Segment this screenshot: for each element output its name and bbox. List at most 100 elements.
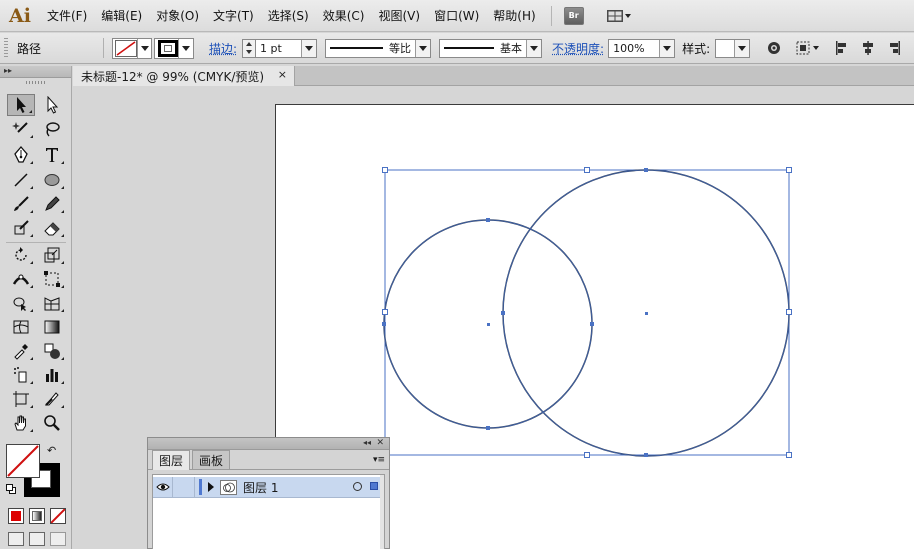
stroke-color-dropdown[interactable] bbox=[154, 38, 194, 59]
stroke-weight-stepper[interactable] bbox=[242, 39, 255, 58]
tab-artboards[interactable]: 画板 bbox=[192, 450, 230, 469]
paintbrush-tool[interactable] bbox=[7, 193, 35, 215]
none-mode-button[interactable] bbox=[50, 508, 66, 524]
document-tab[interactable]: 未标题-12* @ 99% (CMYK/预览) × bbox=[73, 66, 295, 86]
chevron-down-icon[interactable] bbox=[734, 40, 749, 57]
arrange-documents-icon bbox=[606, 8, 632, 24]
close-icon[interactable]: ✕ bbox=[376, 438, 384, 448]
control-bar-grip[interactable] bbox=[4, 38, 8, 58]
brush-definition-dropdown[interactable]: 基本 bbox=[439, 39, 542, 58]
column-graph-tool[interactable] bbox=[38, 364, 66, 386]
default-fill-stroke-icon[interactable] bbox=[6, 484, 16, 494]
menu-object[interactable]: 对象(O) bbox=[149, 5, 206, 27]
graphic-style-dropdown[interactable] bbox=[715, 39, 750, 58]
chevron-down-icon[interactable] bbox=[526, 40, 541, 57]
menu-help[interactable]: 帮助(H) bbox=[486, 5, 542, 27]
stroke-black-swatch bbox=[158, 40, 178, 57]
pencil-tool[interactable] bbox=[38, 193, 66, 215]
layer-selection-indicator[interactable] bbox=[370, 482, 378, 490]
gradient-mode-button[interactable] bbox=[29, 508, 45, 524]
zoom-tool[interactable] bbox=[38, 412, 66, 434]
stroke-panel-link[interactable]: 描边: bbox=[209, 40, 237, 57]
collapse-icon[interactable]: ▸▸ bbox=[4, 66, 12, 75]
fill-color-dropdown[interactable] bbox=[112, 38, 152, 59]
stroke-weight-value[interactable]: 1 pt bbox=[256, 42, 301, 55]
free-transform-tool[interactable] bbox=[38, 268, 66, 290]
selection-type-label: 路径 bbox=[17, 40, 103, 57]
selection-bounding-box[interactable] bbox=[385, 170, 789, 455]
variable-width-profile-dropdown[interactable]: 等比 bbox=[325, 39, 431, 58]
shape-builder-tool[interactable] bbox=[7, 292, 35, 314]
artboard-tool[interactable] bbox=[7, 388, 35, 410]
illustrator-window: Ai 文件(F) 编辑(E) 对象(O) 文字(T) 选择(S) 效果(C) 视… bbox=[0, 0, 914, 549]
menu-file[interactable]: 文件(F) bbox=[40, 5, 94, 27]
direct-selection-tool[interactable] bbox=[38, 94, 66, 116]
gradient-tool[interactable] bbox=[38, 316, 66, 338]
opacity-value[interactable]: 100% bbox=[609, 42, 659, 55]
menu-edit[interactable]: 编辑(E) bbox=[94, 5, 149, 27]
selection-tool[interactable] bbox=[7, 94, 35, 116]
close-icon[interactable]: × bbox=[278, 68, 287, 81]
chevron-down-icon[interactable] bbox=[659, 40, 674, 57]
collapse-icon[interactable]: ◂◂ bbox=[363, 438, 371, 447]
color-mode-button[interactable] bbox=[8, 508, 24, 524]
opacity-field[interactable]: 100% bbox=[608, 39, 675, 58]
blend-tool[interactable] bbox=[38, 340, 66, 362]
hand-tool[interactable] bbox=[7, 412, 35, 434]
draw-inside-button[interactable] bbox=[50, 532, 66, 546]
chevron-down-icon[interactable] bbox=[415, 40, 430, 57]
eraser-tool[interactable] bbox=[38, 217, 66, 239]
lasso-tool[interactable] bbox=[38, 118, 66, 140]
layer-name[interactable]: 图层 1 bbox=[243, 479, 278, 496]
blob-brush-tool[interactable] bbox=[7, 217, 35, 239]
line-segment-tool[interactable] bbox=[7, 169, 35, 191]
slice-tool[interactable] bbox=[38, 388, 66, 410]
lock-toggle[interactable] bbox=[173, 477, 195, 497]
draw-normal-button[interactable] bbox=[8, 532, 24, 546]
chevron-down-icon[interactable] bbox=[301, 40, 316, 57]
menu-select[interactable]: 选择(S) bbox=[261, 5, 316, 27]
menu-type[interactable]: 文字(T) bbox=[206, 5, 261, 27]
swap-fill-stroke-icon[interactable]: ↶ bbox=[47, 444, 56, 457]
menu-window[interactable]: 窗口(W) bbox=[427, 5, 486, 27]
bridge-button[interactable]: Br bbox=[564, 7, 584, 25]
small-circle-anchors[interactable] bbox=[382, 218, 594, 430]
fill-swatch[interactable] bbox=[6, 444, 40, 478]
eyedropper-tool[interactable] bbox=[7, 340, 35, 362]
mesh-tool[interactable] bbox=[7, 316, 35, 338]
artboard-icon bbox=[12, 390, 30, 408]
bounding-box-handles[interactable] bbox=[383, 168, 792, 458]
perspective-grid-tool[interactable] bbox=[38, 292, 66, 314]
layers-panel-header[interactable]: ◂◂ ✕ bbox=[148, 438, 389, 450]
ellipse-tool[interactable] bbox=[38, 169, 66, 191]
magic-wand-tool[interactable] bbox=[7, 118, 35, 140]
layer-target-icon[interactable] bbox=[353, 482, 362, 491]
panel-menu-icon[interactable]: ▾≡ bbox=[373, 455, 385, 465]
align-left-button[interactable] bbox=[832, 38, 852, 58]
tab-layers[interactable]: 图层 bbox=[152, 450, 190, 470]
stroke-weight-field[interactable]: 1 pt bbox=[255, 39, 317, 58]
pen-tool[interactable] bbox=[7, 144, 35, 166]
tools-panel-header[interactable]: ▸▸ bbox=[0, 66, 71, 78]
rotate-tool[interactable] bbox=[7, 244, 35, 266]
width-tool[interactable] bbox=[7, 268, 35, 290]
menu-effect[interactable]: 效果(C) bbox=[316, 5, 372, 27]
recolor-artwork-button[interactable] bbox=[764, 38, 784, 58]
tools-panel-grip[interactable] bbox=[0, 78, 71, 86]
width-icon bbox=[12, 270, 30, 288]
expand-triangle-icon[interactable] bbox=[208, 482, 214, 492]
layer-row[interactable]: 图层 1 bbox=[153, 477, 384, 498]
draw-behind-button[interactable] bbox=[29, 532, 45, 546]
layers-scrollbar[interactable] bbox=[380, 475, 384, 549]
visibility-toggle[interactable] bbox=[153, 477, 173, 497]
menu-view[interactable]: 视图(V) bbox=[371, 5, 427, 27]
isolate-group-button[interactable] bbox=[794, 38, 822, 58]
layers-list: 图层 1 bbox=[152, 474, 385, 549]
opacity-panel-link[interactable]: 不透明度: bbox=[552, 40, 604, 57]
align-right-button[interactable] bbox=[884, 38, 904, 58]
symbol-sprayer-tool[interactable] bbox=[7, 364, 35, 386]
arrange-documents-button[interactable] bbox=[606, 8, 632, 24]
type-tool[interactable] bbox=[38, 144, 66, 166]
scale-tool[interactable] bbox=[38, 244, 66, 266]
align-center-button[interactable] bbox=[858, 38, 878, 58]
